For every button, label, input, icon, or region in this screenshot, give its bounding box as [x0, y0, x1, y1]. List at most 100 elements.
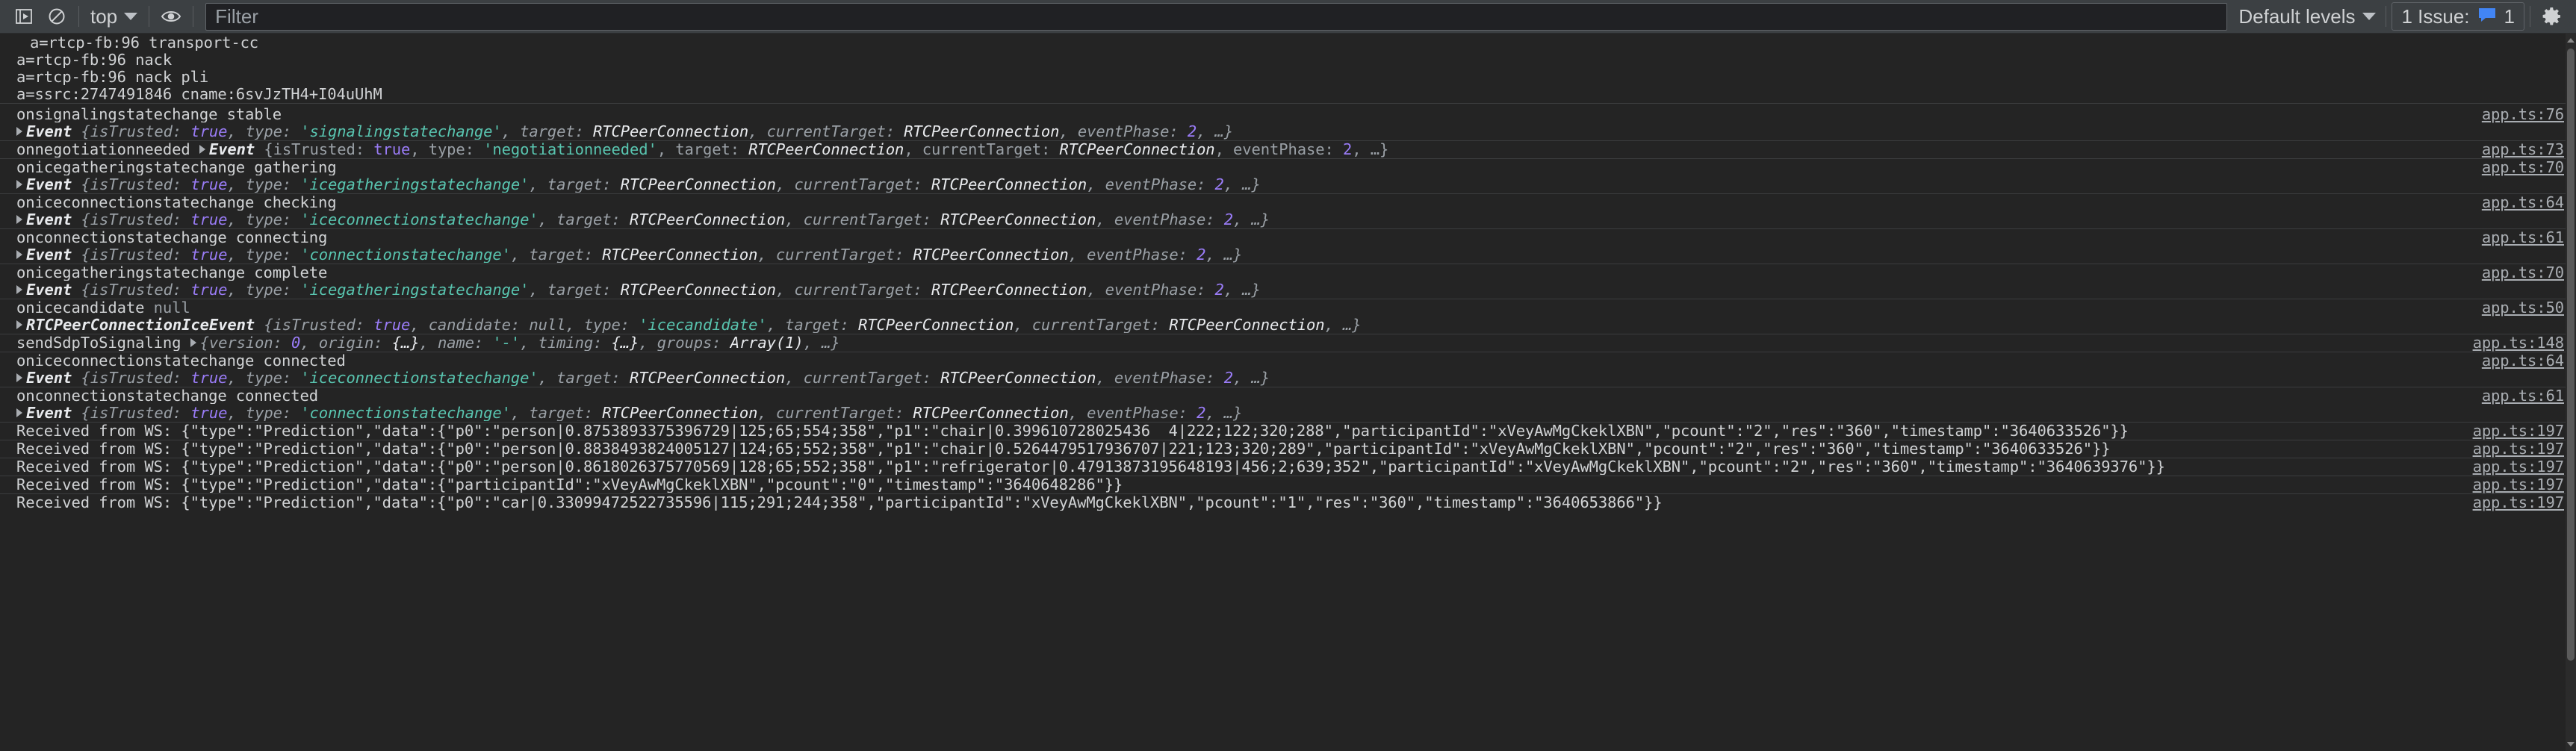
log-text: onicecandidate null	[16, 300, 190, 316]
chevron-down-icon	[124, 13, 138, 20]
log-levels-label: Default levels	[2238, 4, 2356, 28]
log-text: oniceconnectionstatechange connected	[16, 353, 346, 369]
issues-count: 1	[2504, 4, 2515, 28]
console-row[interactable]: Received from WS: {"type":"Prediction","…	[0, 422, 2576, 440]
log-levels-selector[interactable]: Default levels	[2234, 5, 2380, 28]
log-text: oniceconnectionstatechange checking	[16, 195, 337, 211]
console-row[interactable]: onsignalingstatechange stable app.ts:76	[0, 103, 2576, 123]
log-text: Received from WS: {"type":"Prediction","…	[16, 495, 1663, 511]
log-text: onicegatheringstatechange gathering	[16, 160, 337, 175]
event-preview[interactable]: Event {isTrusted: true, type: 'icegather…	[0, 282, 2389, 298]
source-link[interactable]: app.ts:197	[2389, 423, 2576, 439]
log-text: a=rtcp-fb:96 nack pli	[16, 69, 209, 85]
expand-triangle-icon[interactable]	[16, 373, 22, 382]
scroll-up-arrow-icon[interactable]	[2567, 38, 2575, 43]
console-row[interactable]: oniceconnectionstatechange connected app…	[0, 352, 2576, 370]
console-row[interactable]: Event {isTrusted: true, type: 'icegather…	[0, 281, 2576, 299]
expand-triangle-icon[interactable]	[190, 338, 196, 347]
source-link[interactable]: app.ts:61	[2389, 388, 2576, 404]
chevron-down-icon	[2362, 13, 2377, 20]
console-row[interactable]: Event {isTrusted: true, type: 'iceconnec…	[0, 370, 2576, 387]
event-preview[interactable]: RTCPeerConnectionIceEvent {isTrusted: tr…	[0, 317, 2389, 333]
log-text: Received from WS: {"type":"Prediction","…	[16, 477, 1123, 493]
source-link[interactable]: app.ts:50	[2389, 300, 2576, 316]
console-row[interactable]: onnegotiationneeded Event {isTrusted: tr…	[0, 140, 2576, 158]
console-row[interactable]: Received from WS: {"type":"Prediction","…	[0, 476, 2576, 493]
log-text: Received from WS: {"type":"Prediction","…	[16, 423, 2129, 439]
expand-triangle-icon[interactable]	[16, 215, 22, 224]
source-link[interactable]: app.ts:197	[2389, 459, 2576, 475]
live-expression-icon[interactable]	[155, 1, 187, 31]
filter-placeholder: Filter	[215, 4, 258, 28]
clear-console-icon[interactable]	[7, 1, 40, 31]
console-row[interactable]: sendSdpToSignaling {version: 0, origin: …	[0, 334, 2576, 352]
expand-triangle-icon[interactable]	[16, 250, 22, 259]
console-row[interactable]: Received from WS: {"type":"Prediction","…	[0, 440, 2576, 458]
vertical-scrollbar[interactable]	[2566, 34, 2576, 751]
console-row[interactable]: Received from WS: {"type":"Prediction","…	[0, 458, 2576, 476]
expand-triangle-icon[interactable]	[16, 285, 22, 294]
console-row[interactable]: RTCPeerConnectionIceEvent {isTrusted: tr…	[0, 317, 2576, 334]
source-link[interactable]: app.ts:64	[2389, 353, 2576, 369]
expand-triangle-icon[interactable]	[16, 180, 22, 189]
toolbar-divider	[78, 6, 79, 27]
console-row[interactable]: Event {isTrusted: true, type: 'connectio…	[0, 405, 2576, 422]
source-link[interactable]: app.ts:197	[2389, 441, 2576, 457]
execution-context-selector[interactable]: top	[84, 3, 143, 30]
console-row[interactable]: onicegatheringstatechange gathering app.…	[0, 158, 2576, 176]
scrollbar-thumb[interactable]	[2567, 49, 2575, 661]
source-link[interactable]: app.ts:197	[2389, 495, 2576, 511]
log-text: a=ssrc:2747491846 cname:6svJzTH4+I04uUhM	[16, 87, 382, 102]
source-link[interactable]: app.ts:70	[2389, 265, 2576, 281]
console-row[interactable]: a=rtcp-fb:96 nack pli	[0, 69, 2576, 86]
expand-triangle-icon[interactable]	[16, 408, 22, 417]
event-preview[interactable]: Event {isTrusted: true, type: 'signaling…	[0, 124, 2389, 140]
console-toolbar: top Filter Default levels 1 Issue: 1	[0, 0, 2576, 34]
event-preview[interactable]: Event {isTrusted: true, type: 'connectio…	[0, 405, 2389, 421]
event-preview[interactable]: onnegotiationneeded Event {isTrusted: tr…	[0, 142, 2389, 158]
object-preview[interactable]: sendSdpToSignaling {version: 0, origin: …	[0, 335, 2389, 351]
event-preview[interactable]: Event {isTrusted: true, type: 'iceconnec…	[0, 212, 2389, 228]
expand-triangle-icon[interactable]	[16, 127, 22, 136]
console-row[interactable]: Event {isTrusted: true, type: 'icegather…	[0, 176, 2576, 193]
console-row[interactable]: onicecandidate null app.ts:50	[0, 299, 2576, 317]
console-row[interactable]: a=rtcp-fb:96 transport-cc	[0, 34, 2576, 52]
console-row[interactable]: onconnectionstatechange connected app.ts…	[0, 387, 2576, 405]
log-text: onconnectionstatechange connected	[16, 388, 318, 404]
log-text: onsignalingstatechange stable	[16, 107, 282, 122]
filter-input[interactable]: Filter	[205, 2, 2228, 31]
issue-bubble-icon	[2477, 5, 2497, 28]
event-preview[interactable]: Event {isTrusted: true, type: 'icegather…	[0, 177, 2389, 193]
log-text: a=rtcp-fb:96 transport-cc	[30, 35, 259, 51]
gear-icon[interactable]	[2536, 1, 2569, 31]
issues-label: 1 Issue:	[2401, 4, 2470, 28]
source-link[interactable]: app.ts:61	[2389, 230, 2576, 246]
issues-button[interactable]: 1 Issue: 1	[2392, 2, 2524, 31]
console-row[interactable]: onicegatheringstatechange complete app.t…	[0, 264, 2576, 281]
source-link[interactable]: app.ts:148	[2389, 335, 2576, 351]
source-link[interactable]: app.ts:73	[2389, 142, 2576, 158]
event-preview[interactable]: Event {isTrusted: true, type: 'iceconnec…	[0, 370, 2389, 386]
log-text: onconnectionstatechange connecting	[16, 230, 328, 246]
console-row[interactable]: Event {isTrusted: true, type: 'iceconnec…	[0, 211, 2576, 228]
scroll-down-arrow-icon[interactable]	[2567, 742, 2575, 747]
expand-triangle-icon[interactable]	[16, 320, 22, 329]
execution-context-label: top	[90, 4, 118, 28]
source-link[interactable]: app.ts:70	[2389, 160, 2576, 175]
source-link[interactable]: app.ts:76	[2389, 107, 2576, 122]
source-link[interactable]: app.ts:197	[2389, 477, 2576, 493]
console-row[interactable]: onconnectionstatechange connecting app.t…	[0, 228, 2576, 246]
console-row[interactable]: Event {isTrusted: true, type: 'signaling…	[0, 123, 2576, 140]
expand-triangle-icon[interactable]	[199, 145, 205, 154]
no-entry-icon[interactable]	[40, 1, 73, 31]
console-row[interactable]: a=ssrc:2747491846 cname:6svJzTH4+I04uUhM	[0, 86, 2576, 103]
console-row[interactable]: a=rtcp-fb:96 nack	[0, 52, 2576, 69]
log-text: onicegatheringstatechange complete	[16, 265, 328, 281]
source-link[interactable]: app.ts:64	[2389, 195, 2576, 211]
console-row[interactable]: Event {isTrusted: true, type: 'connectio…	[0, 246, 2576, 264]
log-text: Received from WS: {"type":"Prediction","…	[16, 441, 2111, 457]
event-preview[interactable]: Event {isTrusted: true, type: 'connectio…	[0, 247, 2389, 263]
console-message-list[interactable]: a=rtcp-fb:96 transport-cc a=rtcp-fb:96 n…	[0, 34, 2576, 751]
console-row[interactable]: oniceconnectionstatechange checking app.…	[0, 193, 2576, 211]
console-row[interactable]: Received from WS: {"type":"Prediction","…	[0, 493, 2576, 511]
